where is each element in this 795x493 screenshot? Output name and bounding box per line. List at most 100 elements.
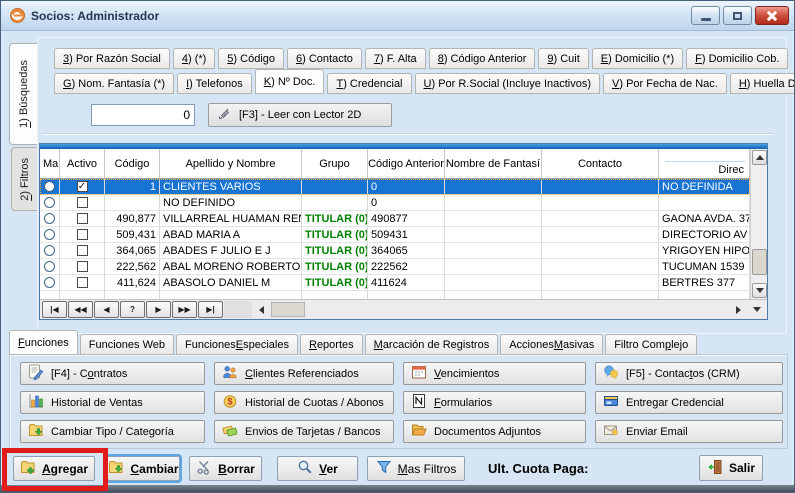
column-header-codigo[interactable]: Código bbox=[105, 149, 160, 178]
contratos-button[interactable]: [F4] - Contratos bbox=[20, 362, 205, 385]
tab-codigo[interactable]: 5) Código bbox=[218, 48, 284, 69]
tab-por-razon-social[interactable]: 3) Por Razón Social bbox=[54, 48, 170, 69]
tab-asterisco[interactable]: 4) (*) bbox=[173, 48, 215, 69]
borrar-button[interactable]: Borrar bbox=[189, 456, 262, 481]
tab-rsocial-inactivos[interactable]: U) Por R.Social (Incluye Inactivos) bbox=[415, 73, 601, 94]
nav-fast-forward-button[interactable]: ▶▶ bbox=[172, 301, 197, 318]
contactos-crm-button[interactable]: [F5] - Contactos (CRM) bbox=[595, 362, 783, 385]
tab-codigo-anterior[interactable]: 8) Código Anterior bbox=[429, 48, 536, 69]
tab-funciones-especiales[interactable]: Funciones Especiales bbox=[176, 334, 298, 355]
search-tabs-row2: G) Nom. Fantasía (*) I) Telefonos K) Nº … bbox=[54, 69, 795, 94]
change-folder-icon bbox=[108, 459, 124, 478]
scroll-left-button[interactable] bbox=[253, 301, 270, 318]
window-title: Socios: Administrador bbox=[31, 9, 159, 23]
sidebar-tab-busquedas[interactable]: 1) Búsquedas bbox=[9, 43, 37, 145]
cambiar-button[interactable]: Cambiar bbox=[107, 456, 180, 481]
tab-contacto[interactable]: 6) Contacto bbox=[287, 48, 362, 69]
tab-funciones[interactable]: Funciones bbox=[9, 330, 78, 355]
activo-checkbox[interactable] bbox=[77, 261, 88, 272]
scroll-down-button[interactable] bbox=[752, 283, 767, 298]
salir-button[interactable]: Salir bbox=[699, 455, 763, 481]
tab-huella-dactilar[interactable]: H) Huella Dactilar bbox=[730, 73, 795, 94]
row-marker-radio[interactable] bbox=[44, 245, 55, 256]
nav-fast-back-button[interactable]: ◀◀ bbox=[68, 301, 93, 318]
tab-cuit[interactable]: 9) Cuit bbox=[538, 48, 588, 69]
clientes-referenciados-button[interactable]: Clientes Referenciados bbox=[214, 362, 394, 385]
nav-prev-button[interactable]: ◀ bbox=[94, 301, 119, 318]
activo-checkbox[interactable] bbox=[77, 197, 88, 208]
documentos-adjuntos-button[interactable]: Documentos Adjuntos bbox=[403, 420, 586, 443]
activo-checkbox[interactable] bbox=[77, 181, 88, 192]
column-header-activo[interactable]: Activo bbox=[60, 149, 105, 178]
table-row[interactable]: 364,065 ABADES F JULIO E J TITULAR (0) 3… bbox=[40, 243, 750, 259]
table-row[interactable]: 509,431 ABAD MARIA A TITULAR (0) 509431 … bbox=[40, 227, 750, 243]
row-marker-radio[interactable] bbox=[44, 181, 55, 192]
nav-search-button[interactable]: ? bbox=[120, 301, 145, 318]
enviar-email-button[interactable]: Enviar Email bbox=[595, 420, 783, 443]
table-row[interactable]: 490,877 VILLARREAL HUAMAN REN TITULAR (0… bbox=[40, 211, 750, 227]
table-row[interactable]: 222,562 ABAL MORENO ROBERTO E TITULAR (0… bbox=[40, 259, 750, 275]
nav-last-button[interactable]: ▶| bbox=[198, 301, 223, 318]
table-row[interactable]: 411,624 ABASOLO DANIEL M TITULAR (0) 411… bbox=[40, 275, 750, 291]
tab-fecha-nacimiento[interactable]: V) Por Fecha de Nac. bbox=[603, 73, 727, 94]
column-header-direccion[interactable]: Direc bbox=[659, 149, 750, 178]
scroll-down-corner-button[interactable] bbox=[748, 301, 765, 318]
tab-marcacion-registros[interactable]: Marcación de Registros bbox=[365, 334, 499, 355]
vertical-scroll-thumb[interactable] bbox=[752, 249, 767, 275]
mas-filtros-button[interactable]: Mas Filtros bbox=[367, 456, 465, 481]
minimize-icon bbox=[701, 18, 711, 21]
table-row[interactable]: 1 CLIENTES VARIOS 0 NO DEFINIDA bbox=[40, 179, 750, 195]
sidebar-tab-filtros[interactable]: 2) Filtros bbox=[11, 147, 37, 211]
activo-checkbox[interactable] bbox=[77, 213, 88, 224]
row-marker-radio[interactable] bbox=[44, 213, 55, 224]
cambiar-tipo-categoria-button[interactable]: Cambiar Tipo / Categoría bbox=[20, 420, 205, 443]
horizontal-scroll-thumb[interactable] bbox=[271, 302, 305, 317]
activo-checkbox[interactable] bbox=[77, 229, 88, 240]
column-header-grupo[interactable]: Grupo bbox=[302, 149, 368, 178]
vertical-scrollbar[interactable] bbox=[750, 149, 767, 299]
tab-nombre-fantasia[interactable]: G) Nom. Fantasía (*) bbox=[54, 73, 174, 94]
ver-button[interactable]: Ver bbox=[277, 456, 358, 481]
tab-numero-doc[interactable]: K) Nº Doc. bbox=[255, 69, 325, 94]
tab-reportes[interactable]: Reportes bbox=[300, 334, 363, 355]
column-header-apellido-nombre[interactable]: Apellido y Nombre bbox=[160, 149, 302, 178]
envios-tarjetas-button[interactable]: Envios de Tarjetas / Bancos bbox=[214, 420, 394, 443]
scroll-up-button[interactable] bbox=[752, 150, 767, 165]
historial-cuotas-button[interactable]: $ Historial de Cuotas / Abonos bbox=[214, 391, 394, 414]
activo-checkbox[interactable] bbox=[77, 245, 88, 256]
scroll-right-button[interactable] bbox=[730, 301, 747, 318]
vencimientos-button[interactable]: Vencimientos bbox=[403, 362, 586, 385]
tab-funciones-web[interactable]: Funciones Web bbox=[80, 334, 174, 355]
historial-ventas-button[interactable]: Historial de Ventas bbox=[20, 391, 205, 414]
document-number-input[interactable] bbox=[91, 104, 195, 126]
column-header-nombre-fantasia[interactable]: Nombre de Fantasí bbox=[445, 149, 542, 178]
nav-next-button[interactable]: ▶ bbox=[146, 301, 171, 318]
row-marker-radio[interactable] bbox=[44, 229, 55, 240]
row-marker-radio[interactable] bbox=[44, 277, 55, 288]
tab-fecha-alta[interactable]: 7) F. Alta bbox=[365, 48, 426, 69]
formularios-button[interactable]: Formularios bbox=[403, 391, 586, 414]
open-folder-icon bbox=[411, 422, 427, 441]
column-header-codigo-anterior[interactable]: Código Anterior bbox=[368, 149, 445, 178]
column-header-contacto[interactable]: Contacto bbox=[542, 149, 659, 178]
scan-lector-2d-button[interactable]: [F3] - Leer con Lector 2D bbox=[208, 103, 392, 127]
minimize-button[interactable] bbox=[691, 6, 720, 25]
column-header-marcar[interactable]: Ma bbox=[40, 149, 60, 178]
entregar-credencial-button[interactable]: Entregar Credencial bbox=[595, 391, 783, 414]
agregar-button[interactable]: Agregar bbox=[13, 456, 95, 481]
tab-domicilio[interactable]: E) Domicilio (*) bbox=[592, 48, 683, 69]
function-tabs: Funciones Funciones Web Funciones Especi… bbox=[9, 331, 697, 355]
nav-first-button[interactable]: |◀ bbox=[42, 301, 67, 318]
tab-telefonos[interactable]: I) Telefonos bbox=[177, 73, 252, 94]
row-marker-radio[interactable] bbox=[44, 261, 55, 272]
activo-checkbox[interactable] bbox=[77, 277, 88, 288]
close-button[interactable] bbox=[755, 6, 789, 25]
tab-acciones-masivas[interactable]: Acciones Masivas bbox=[500, 334, 603, 355]
table-row[interactable]: NO DEFINIDO 0 bbox=[40, 195, 750, 211]
tab-filtro-complejo[interactable]: Filtro Complejo bbox=[605, 334, 697, 355]
restore-button[interactable] bbox=[723, 6, 752, 25]
contract-icon bbox=[28, 364, 44, 383]
tab-credencial[interactable]: T) Credencial bbox=[327, 73, 411, 94]
row-marker-radio[interactable] bbox=[44, 197, 55, 208]
tab-domicilio-cob[interactable]: F) Domicilio Cob. bbox=[686, 48, 788, 69]
